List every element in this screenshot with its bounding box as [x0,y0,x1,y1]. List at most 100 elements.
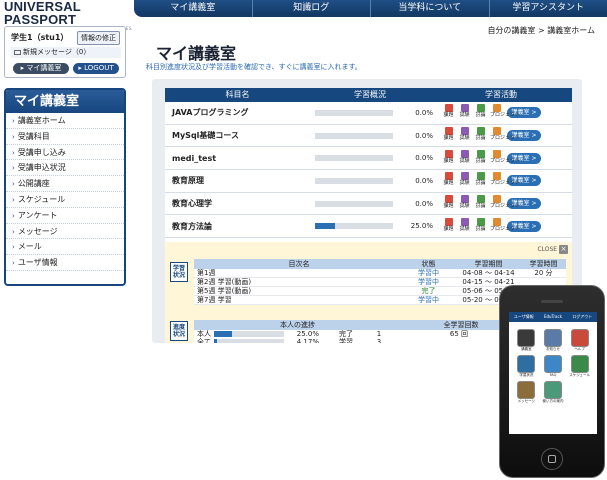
page-title: マイ講義室 [156,44,237,63]
activity-0[interactable]: 課題 [442,104,455,121]
activity-3[interactable]: プロジェクト [490,149,520,167]
exam-icon [460,195,469,204]
sidebar-item-survey[interactable]: › アンケート [6,208,124,224]
app-tile-icon [570,329,589,347]
breadcrumb-parent[interactable]: 自分の講義室 [487,26,535,35]
edit-profile-button[interactable]: 情報の修正 [77,31,120,45]
course-rows: JAVAプログラミング 0.0% 課題 試験 討論 プロジェクト 講義室 > MySql基礎コ… [165,102,572,239]
progress-value: 4.17% [296,338,319,343]
project-icon [492,217,501,226]
sidebar-item-schedule[interactable]: › スケジュール [6,192,124,208]
side-menu: マイ講義室 › 講義室ホーム › 受講科目 › 受講申し込み › 受講申込状況 › 公開講… [4,88,126,286]
phone-app[interactable]: お知らせ [541,329,566,352]
close-button[interactable]: CLOSE × [537,245,568,254]
activity-icons: 課題 試験 討論 プロジェクト [442,104,520,121]
chapter-title[interactable]: 第2週 学習(動画) [194,278,401,286]
nav-my-lecture-room[interactable]: マイ講義室 [134,0,252,17]
course-name[interactable]: MySql基礎コース [165,130,315,141]
app-tile-icon [517,381,536,399]
activity-label: 試験 [459,112,470,119]
activity-3[interactable]: プロジェクト [490,127,520,144]
phone-app[interactable]: FAQ [541,355,566,378]
chapter-period: 04-08 ～ 04-14 [462,269,515,277]
activity-3[interactable]: プロジェクト [490,172,521,189]
activity-0[interactable]: 課題 [442,172,455,189]
sidebar-item-label: メッセージ [17,226,58,236]
phone-tab-user-info[interactable]: ユーザ情報 [509,312,538,322]
nav-about-department[interactable]: 当学科について [370,0,489,17]
exam-icon [460,127,469,136]
course-name[interactable]: medi_test [165,154,315,163]
phone-app[interactable]: スケジュール [567,355,592,378]
activity-1[interactable]: 試験 [458,104,471,121]
chapter-time: 20 分 [534,269,553,277]
progress-row-label: 本人 [197,330,211,338]
sidebar-item-label: スケジュール [17,194,66,204]
activity-label: 討論 [475,225,486,232]
sidebar-item-open-courses[interactable]: › 公開講座 [6,176,124,192]
activity-2[interactable]: 討論 [474,195,487,212]
activity-1[interactable]: 試験 [458,172,471,189]
envelope-icon [14,49,21,55]
course-name[interactable]: 教育方法論 [165,221,315,232]
logout-button[interactable]: ▸ LOGOUT [73,63,119,74]
sidebar-item-apply[interactable]: › 受講申し込み [6,145,124,161]
home-square-icon [548,455,556,463]
activity-1[interactable]: 試験 [458,127,471,144]
sidebar-item-courses[interactable]: › 受講科目 [6,129,124,145]
sidebar-item-apply-status[interactable]: › 受講申込状況 [6,160,124,177]
course-row: JAVAプログラミング 0.0% 課題 試験 討論 プロジェクト 講義室 > [165,102,572,125]
sidebar-item-messages[interactable]: › メッセージ [6,224,124,240]
nav-learning-assistant[interactable]: 学習アシスタント [488,0,607,17]
phone-app[interactable]: 学習状況 [514,355,539,378]
activity-2[interactable]: 討論 [474,217,487,235]
progress-bar [315,200,393,207]
activity-0[interactable]: 課題 [442,127,455,144]
activity-0[interactable]: 課題 [442,149,455,167]
course-row: MySql基礎コース 0.0% 課題 試験 討論 プロジェクト 講義室 > [165,125,572,148]
course-name[interactable]: 教育心理学 [165,198,315,209]
activity-0[interactable]: 課題 [442,195,455,212]
activity-2[interactable]: 討論 [474,127,487,144]
assignment-icon [444,127,453,136]
new-message-link[interactable]: 新規メッセージ（0） [11,47,121,58]
phone-app[interactable]: メッセージ [514,381,539,404]
phone-app[interactable]: 使い方の案内 [541,381,566,404]
activity-label: 課題 [443,135,454,142]
activity-0[interactable]: 課題 [442,217,455,235]
activity-1[interactable]: 試験 [458,217,471,235]
sidebar-item-user-info[interactable]: › ユーザ情報 [6,255,124,271]
progress-bar [315,132,393,139]
breadcrumb: 自分の講義室 > 講義室ホーム [487,26,595,35]
chevron-right-icon: › [12,227,15,236]
home-button[interactable] [541,448,563,470]
nav-knowledge-log[interactable]: 知識ログ [251,0,371,17]
side-menu-title: マイ講義室 [6,90,124,113]
activity-2[interactable]: 討論 [474,149,487,167]
activity-3[interactable]: プロジェクト [490,195,520,212]
sidebar-item-mail[interactable]: › メール [6,239,124,256]
my-lecture-room-button[interactable]: ▸ マイ講義室 [13,63,69,74]
activity-1[interactable]: 試験 [458,195,471,212]
activity-2[interactable]: 討論 [474,172,487,189]
phone-app[interactable]: 講義室 [514,329,539,352]
course-row: medi_test 0.0% 課題 試験 討論 プロジェクト 講義室 > [165,147,572,171]
course-name[interactable]: JAVAプログラミング [165,107,315,118]
sidebar-item-home[interactable]: › 講義室ホーム [6,113,124,129]
course-name[interactable]: 教育原理 [165,175,315,186]
chapter-title[interactable]: 第7週 学習 [194,296,401,304]
activity-label: 討論 [475,135,486,142]
chapter-title[interactable]: 第5週 学習(動画) [194,287,401,295]
activity-3[interactable]: プロジェクト [490,217,520,235]
activity-label: 課題 [443,112,454,119]
activity-label: プロジェクト [490,180,521,187]
phone-tab-edutrack[interactable]: EduTrack [538,312,567,322]
activity-2[interactable]: 討論 [474,104,487,121]
chapter-title[interactable]: 第1週 [194,269,401,277]
app-label: お知らせ [546,347,560,351]
activity-3[interactable]: プロジェクト [490,104,520,121]
progress-percent: 0.0% [415,154,433,163]
phone-tab-logout[interactable]: ログアウト [568,312,597,322]
phone-app[interactable]: ヘルプ [567,329,592,352]
activity-1[interactable]: 試験 [458,149,471,167]
